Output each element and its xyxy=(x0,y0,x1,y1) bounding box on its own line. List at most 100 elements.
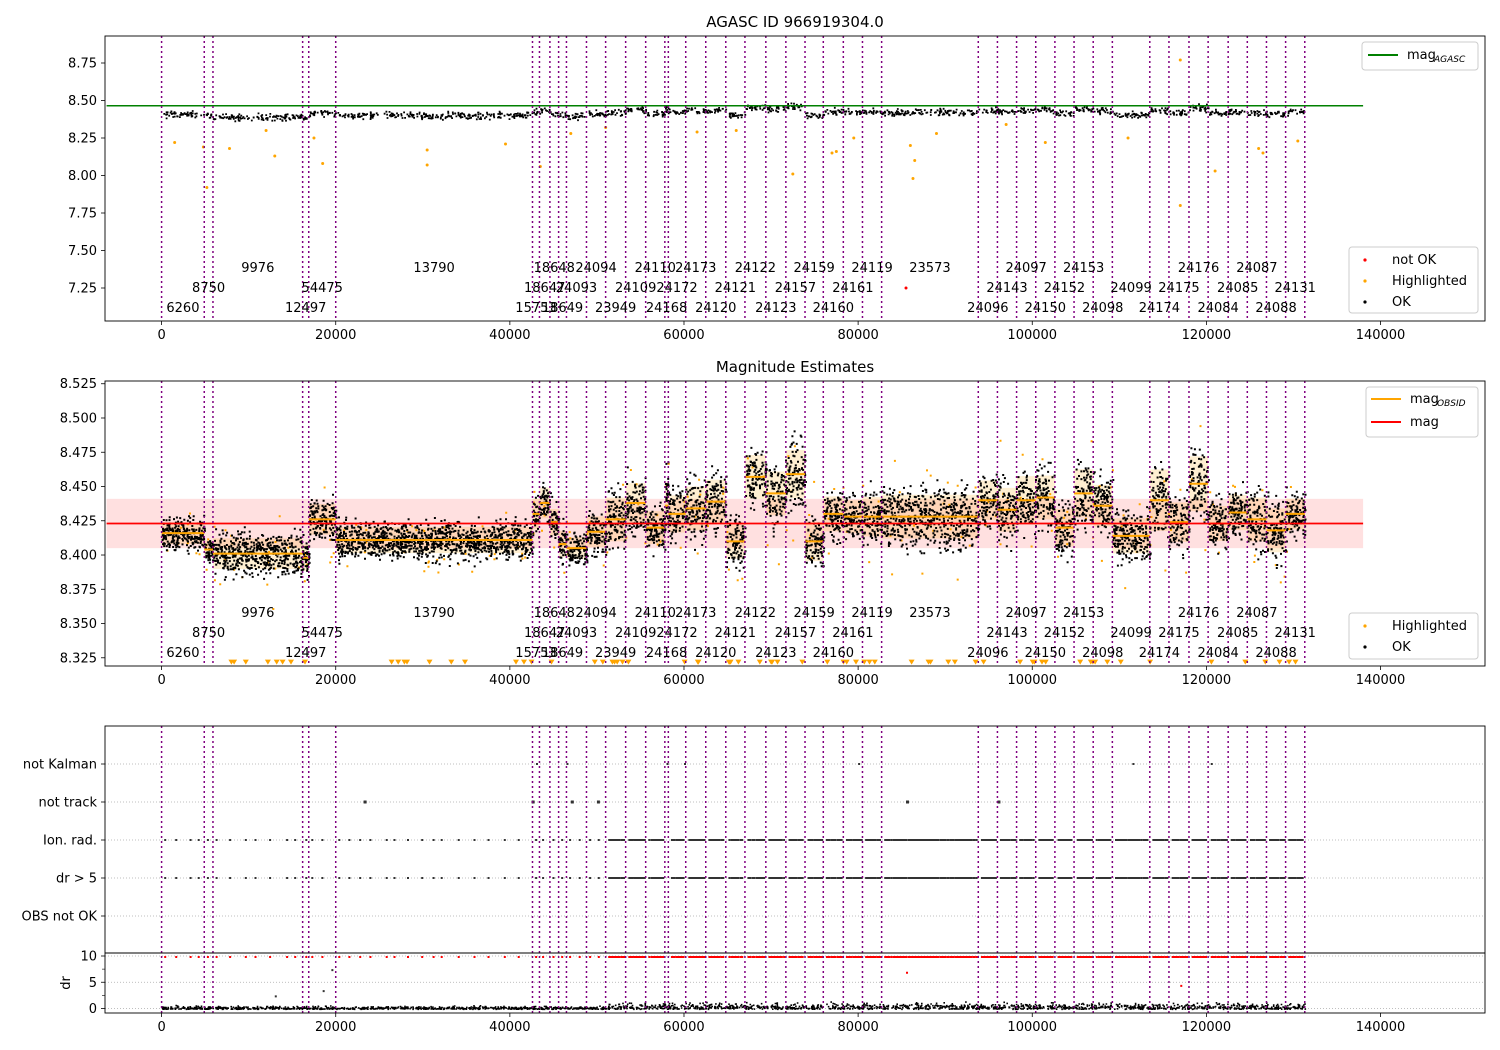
agasc-highlight-point-18 xyxy=(834,150,838,153)
agasc-xtick-label-140000: 140000 xyxy=(1356,328,1406,343)
dr-outlier-4 xyxy=(1180,984,1183,987)
agasc-obsid-label-41: 24087 xyxy=(1236,261,1277,276)
frame-agasc xyxy=(104,35,1486,322)
agasc-highlight-point-5 xyxy=(273,154,277,158)
legend-mag-agasc-sub: AGASC xyxy=(1433,55,1466,65)
agasc-ytick-label-0: 7.25 xyxy=(68,282,97,297)
agasc-obsid-label-15: 24168 xyxy=(646,301,687,316)
est-obsid-label-43: 24131 xyxy=(1275,626,1316,641)
est-xtick-label-140000: 140000 xyxy=(1356,673,1406,688)
agasc-obsid-label-29: 24143 xyxy=(986,281,1027,296)
ion-rad-points xyxy=(164,839,1304,841)
agasc-ytick-label-5: 8.50 xyxy=(68,94,97,109)
est-ytick-label-1: 8.350 xyxy=(60,617,97,632)
est-xtick-label-20000: 20000 xyxy=(315,673,356,688)
agasc-xtick-label-100000: 100000 xyxy=(1007,328,1057,343)
agasc-obsid-label-13: 24109 xyxy=(615,281,656,296)
est-obsid-label-21: 24123 xyxy=(755,646,796,661)
agasc-obsid-label-24: 24160 xyxy=(813,301,854,316)
dr-outlier-3 xyxy=(906,971,909,974)
agasc-highlight-point-31 xyxy=(1261,151,1265,155)
est-obsid-label-11: 24094 xyxy=(575,606,616,621)
title-agasc: AGASC ID 966919304.0 xyxy=(706,13,884,31)
not-track-point-0 xyxy=(363,800,367,804)
est-obsid-label-3: 12497 xyxy=(285,646,326,661)
est-obsid-label-40: 24085 xyxy=(1217,626,1258,641)
est-xtick-label-0: 0 xyxy=(157,673,165,688)
agasc-obsid-label-27: 23573 xyxy=(909,261,950,276)
panel-estimates: Magnitude Estimates 8.325 8.350 8.375 8.400… xyxy=(60,358,1486,688)
agasc-obsid-label-14: 24110 xyxy=(635,261,676,276)
agasc-obsid-label-12: 23949 xyxy=(595,301,636,316)
agasc-highlight-point-20 xyxy=(908,144,912,147)
agasc-highlight-point-23 xyxy=(934,132,938,135)
est-obsid-label-1: 8750 xyxy=(192,626,225,641)
not-track-point-3 xyxy=(596,800,600,804)
agasc-obsid-label-30: 24097 xyxy=(1005,261,1046,276)
est-obsid-label-19: 24121 xyxy=(715,626,756,641)
est-obsid-label-39: 24084 xyxy=(1197,646,1238,661)
est-obsid-label-5: 13790 xyxy=(413,606,454,621)
agasc-obsid-label-32: 24152 xyxy=(1044,281,1085,296)
agasc-obsid-label-1: 8750 xyxy=(192,281,225,296)
est-ytick-label-7: 8.500 xyxy=(60,411,97,426)
legend-highlighted-agasc: Highlighted xyxy=(1392,274,1467,289)
est-obsid-label-8: 18648 xyxy=(534,606,575,621)
agasc-highlight-point-17 xyxy=(830,151,834,155)
dr-tick-label-1: 5 xyxy=(89,976,97,991)
flags-xtick-label-140000: 140000 xyxy=(1356,1020,1406,1035)
est-obsid-label-0: 6260 xyxy=(166,646,199,661)
not-kalman-point-1 xyxy=(566,763,569,765)
est-ytick-label-0: 8.325 xyxy=(60,651,97,666)
agasc-highlight-point-12 xyxy=(569,132,573,135)
est-obsid-label-9: 18649 xyxy=(542,646,583,661)
plot-area-flags: not Kalman not track Ion. rad. dr > 5 OBS no… xyxy=(22,726,1485,1035)
agasc-highlight-point-14 xyxy=(695,130,699,134)
agasc-highlight-point-2 xyxy=(205,186,209,189)
legend-lines-estimates: mag OBSID mag xyxy=(1365,386,1479,438)
est-obsid-label-27: 23573 xyxy=(909,606,950,621)
agasc-obsid-label-40: 24085 xyxy=(1217,281,1258,296)
est-ytick-label-8: 8.525 xyxy=(60,377,97,392)
agasc-highlight-point-4 xyxy=(264,129,268,132)
agasc-obsid-label-26: 24119 xyxy=(851,261,892,276)
est-ytick-label-6: 8.475 xyxy=(60,446,97,461)
agasc-obsid-label-21: 24123 xyxy=(755,301,796,316)
flag-row-label-0: not Kalman xyxy=(23,758,97,773)
agasc-highlight-point-7 xyxy=(321,162,325,165)
flags-xtick-label-80000: 80000 xyxy=(837,1020,878,1035)
agasc-highlight-point-29 xyxy=(1213,169,1217,173)
dr-outlier-0 xyxy=(274,995,277,998)
agasc-obsid-label-10: 24093 xyxy=(556,281,597,296)
est-obsid-label-10: 24093 xyxy=(556,626,597,641)
est-obsid-label-31: 24150 xyxy=(1025,646,1066,661)
agasc-obsid-label-43: 24131 xyxy=(1275,281,1316,296)
agasc-obsid-label-31: 24150 xyxy=(1025,301,1066,316)
agasc-highlight-point-22 xyxy=(911,177,915,180)
agasc-highlight-point-25 xyxy=(1043,141,1047,144)
agasc-obsid-label-19: 24121 xyxy=(715,281,756,296)
flag-row-label-4: OBS not OK xyxy=(22,910,98,925)
panel-flags: not Kalman not track Ion. rad. dr > 5 OBS no… xyxy=(22,725,1486,1035)
flags-xtick-label-100000: 100000 xyxy=(1007,1020,1057,1035)
agasc-highlight-point-8 xyxy=(425,163,429,167)
agasc-obsid-label-28: 24096 xyxy=(967,301,1008,316)
est-xtick-label-40000: 40000 xyxy=(489,673,530,688)
est-obsid-label-14: 24110 xyxy=(635,606,676,621)
agasc-obsid-label-3: 12497 xyxy=(285,301,326,316)
est-xtick-label-120000: 120000 xyxy=(1182,673,1232,688)
agasc-obsid-label-35: 24099 xyxy=(1110,281,1151,296)
est-ytick-label-2: 8.375 xyxy=(60,583,97,598)
agasc-xtick-label-20000: 20000 xyxy=(315,328,356,343)
legend-mag-obsid-sub: OBSID xyxy=(1437,399,1466,409)
est-obsid-label-25: 24161 xyxy=(832,626,873,641)
agasc-obsid-label-37: 24175 xyxy=(1158,281,1199,296)
agasc-ytick-label-1: 7.50 xyxy=(68,244,97,259)
agasc-ytick-label-3: 8.00 xyxy=(68,169,97,184)
title-estimates: Magnitude Estimates xyxy=(716,358,874,376)
est-obsid-label-22: 24157 xyxy=(775,626,816,641)
agasc-obsid-label-0: 6260 xyxy=(166,301,199,316)
est-obsid-label-15: 24168 xyxy=(646,646,687,661)
flags-xtick-label-20000: 20000 xyxy=(315,1020,356,1035)
agasc-xtick-label-40000: 40000 xyxy=(489,328,530,343)
